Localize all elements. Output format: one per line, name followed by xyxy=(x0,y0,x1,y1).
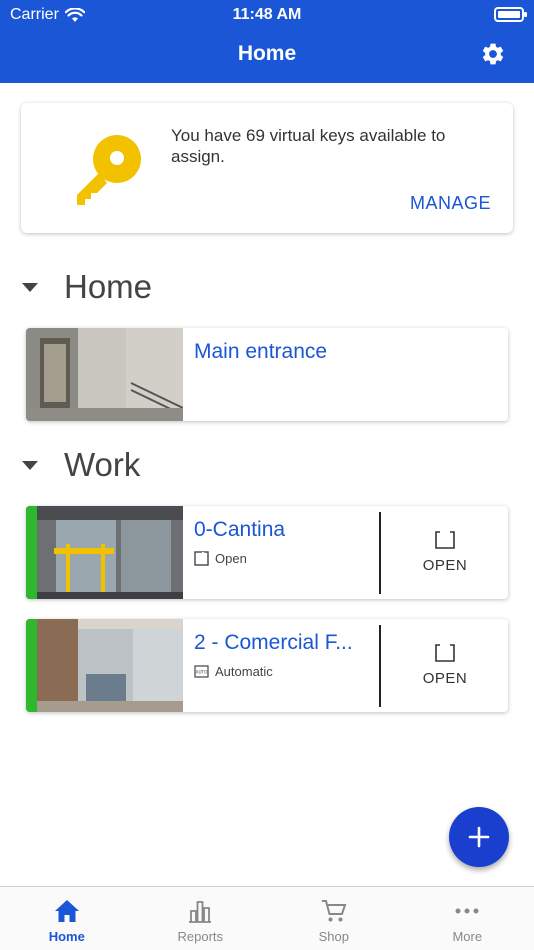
door-photo xyxy=(26,506,183,599)
tab-shop[interactable]: Shop xyxy=(267,887,401,950)
status-indicator xyxy=(26,506,37,599)
door-name: 0-Cantina xyxy=(194,518,286,541)
auto-icon: AUTO xyxy=(194,665,209,678)
tab-label: Shop xyxy=(318,929,349,944)
key-icon xyxy=(77,135,141,205)
tab-label: More xyxy=(452,929,483,944)
add-button[interactable] xyxy=(449,807,509,867)
divider xyxy=(379,625,381,707)
door-name: Main entrance xyxy=(194,340,328,363)
door-status-label: Open xyxy=(215,551,247,566)
status-time: 11:48 AM xyxy=(232,6,302,23)
door-card-comercial[interactable]: 2 - Comercial F... AUTO Automatic OPEN xyxy=(26,619,508,712)
tab-label: Home xyxy=(48,929,85,944)
more-icon xyxy=(455,908,479,914)
page-title: Home xyxy=(237,42,297,65)
section-title: Work xyxy=(64,446,141,483)
door-status-label: Automatic xyxy=(215,664,273,679)
virtual-keys-message: You have 69 virtual keys available to as… xyxy=(171,126,446,166)
door-card-main-entrance[interactable]: Main entrance xyxy=(26,328,508,421)
status-indicator xyxy=(26,619,37,712)
plus-icon xyxy=(468,826,490,848)
svg-text:AUTO: AUTO xyxy=(196,670,208,675)
section-header-work[interactable]: Work xyxy=(22,446,140,484)
tab-home[interactable]: Home xyxy=(0,887,134,950)
open-button-label: OPEN xyxy=(422,670,468,687)
open-icon xyxy=(435,531,455,549)
home-icon xyxy=(54,900,79,922)
cart-icon xyxy=(321,900,347,922)
open-door-button[interactable]: OPEN xyxy=(382,506,508,599)
open-icon xyxy=(194,551,209,566)
door-photo xyxy=(26,328,183,421)
manage-button[interactable]: MANAGE xyxy=(410,193,491,214)
open-icon xyxy=(435,644,455,662)
gear-icon[interactable] xyxy=(480,41,506,67)
door-card-cantina[interactable]: 0-Cantina Open OPEN xyxy=(26,506,508,599)
divider xyxy=(379,512,381,594)
door-photo xyxy=(26,619,183,712)
tab-reports[interactable]: Reports xyxy=(134,887,268,950)
door-status: Open xyxy=(194,551,247,566)
open-button-label: OPEN xyxy=(422,557,468,574)
door-name: 2 - Comercial F... xyxy=(194,631,353,654)
virtual-keys-card: You have 69 virtual keys available to as… xyxy=(21,103,513,233)
tab-bar: Home Reports Shop More xyxy=(0,886,534,950)
section-header-home[interactable]: Home xyxy=(22,268,152,306)
open-door-button[interactable]: OPEN xyxy=(382,619,508,712)
tab-more[interactable]: More xyxy=(401,887,534,950)
collapse-triangle-icon xyxy=(22,460,38,470)
battery-icon xyxy=(494,7,527,22)
collapse-triangle-icon xyxy=(22,282,38,292)
tab-label: Reports xyxy=(177,929,224,944)
door-status: AUTO Automatic xyxy=(194,664,273,679)
bar-chart-icon xyxy=(189,901,212,923)
status-bar: Carrier 11:48 AM xyxy=(10,4,527,26)
section-title: Home xyxy=(64,268,153,305)
app-header: Carrier 11:48 AM Home xyxy=(0,0,534,83)
